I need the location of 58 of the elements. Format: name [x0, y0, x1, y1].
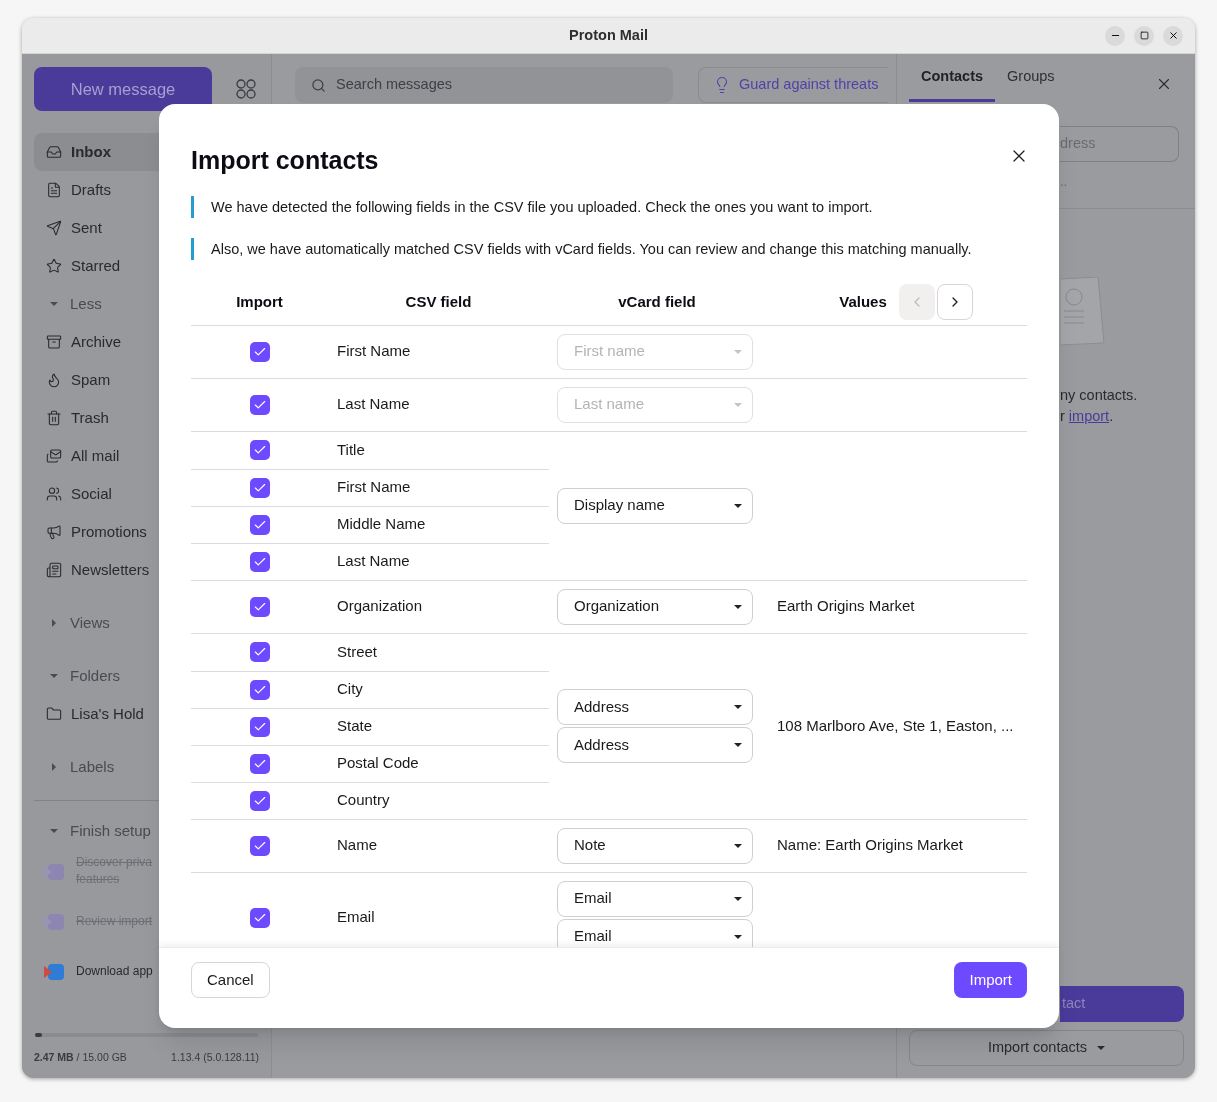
csv-field-name: Email: [336, 907, 375, 928]
vcard-field-select[interactable]: Email: [557, 880, 753, 917]
csv-field-name: State: [336, 716, 373, 737]
cancel-button[interactable]: Cancel: [191, 962, 270, 998]
sidebar-toggle[interactable]: Labels: [34, 748, 259, 786]
sidebar-item[interactable]: Newsletters: [34, 551, 259, 589]
empty-state-text: .: [1109, 406, 1114, 426]
setup-task[interactable]: Download app: [76, 962, 153, 980]
guard-button[interactable]: Guard against threats: [698, 67, 889, 103]
csv-field-name: Organization: [336, 596, 423, 617]
window-title: Proton Mail: [569, 25, 648, 45]
empty-state-text: r: [1060, 406, 1065, 426]
vcard-field-select[interactable]: Address: [557, 727, 753, 763]
sidebar-toggle[interactable]: Folders: [34, 657, 259, 695]
csv-field-name: Postal Code: [336, 753, 419, 774]
column-header: Import: [235, 291, 284, 312]
new-message-button[interactable]: New message: [34, 67, 212, 111]
column-header: CSV field: [404, 291, 473, 312]
panel-tab[interactable]: Groups: [995, 54, 1067, 102]
column-header: vCard field: [617, 291, 697, 312]
sidebar-item[interactable]: All mail: [34, 437, 259, 475]
field-value: 108 Marlboro Ave, Ste 1, Easton, ...: [777, 715, 1014, 736]
csv-field-name: Title: [336, 439, 365, 460]
csv-field-name: Last Name: [336, 551, 410, 572]
csv-field-name: First Name: [336, 341, 411, 362]
csv-field-name: Middle Name: [336, 514, 426, 535]
search-field[interactable]: Search messages: [295, 67, 673, 103]
sidebar-item[interactable]: Social: [34, 475, 259, 513]
sidebar-item[interactable]: Lisa's Hold: [34, 695, 259, 733]
vcard-field-select[interactable]: Address: [557, 689, 753, 725]
hint-text: ..: [1060, 173, 1069, 191]
app-version: 1.13.4 (5.0.128.11): [171, 1050, 259, 1066]
add-contact-button[interactable]: tact: [1060, 986, 1184, 1022]
vcard-field-select[interactable]: Organization: [557, 588, 753, 625]
vcard-field-select[interactable]: Note: [557, 827, 753, 864]
sidebar-item[interactable]: Trash: [34, 399, 259, 437]
csv-field-name: Last Name: [336, 394, 410, 415]
import-contacts-button[interactable]: Import contacts: [909, 1030, 1184, 1066]
field-value: Earth Origins Market: [777, 596, 915, 617]
vcard-field-select[interactable]: Email: [557, 918, 753, 947]
storage-usage: 2.47 MB / 15.00 GB: [34, 1050, 127, 1066]
csv-field-name: First Name: [336, 477, 411, 498]
sidebar-toggle[interactable]: Finish setup: [34, 816, 259, 846]
sidebar-item[interactable]: Spam: [34, 361, 259, 399]
vcard-field-select[interactable]: Display name: [557, 487, 753, 524]
csv-field-name: Country: [336, 790, 390, 811]
sidebar-item[interactable]: Archive: [34, 323, 259, 361]
field-value: Name: Earth Origins Market: [777, 835, 963, 856]
import-button[interactable]: Import: [954, 962, 1027, 998]
sidebar-item[interactable]: Promotions: [34, 513, 259, 551]
sidebar-toggle[interactable]: Views: [34, 604, 259, 642]
csv-field-name: Name: [336, 835, 377, 856]
csv-field-name: City: [336, 679, 363, 700]
csv-field-name: Street: [336, 641, 378, 662]
info-note: Also, we have automatically matched CSV fields with vCard fields. You can review and change this matching manually.: [191, 237, 1027, 260]
column-header: Values: [839, 291, 887, 312]
empty-state-text: ny contacts.: [1060, 385, 1139, 405]
info-note: We have detected the following fields in the CSV file you uploaded. Check the ones you want to import.: [191, 195, 1027, 218]
